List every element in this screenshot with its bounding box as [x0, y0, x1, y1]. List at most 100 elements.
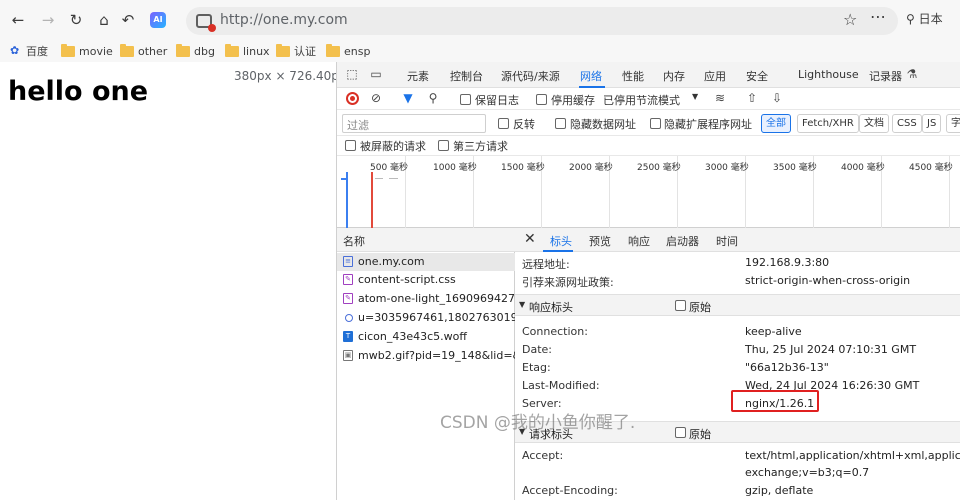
request-name: cicon_43e43c5.woff — [358, 330, 467, 343]
url-text[interactable]: http://one.my.com — [220, 12, 348, 28]
forward-icon[interactable]: → — [38, 10, 58, 30]
header-key: Last-Modified: — [522, 379, 600, 392]
flask-icon[interactable]: ⚗ — [905, 67, 919, 81]
timeline-tick-label: 1000 毫秒 — [433, 163, 477, 173]
reload-icon[interactable]: ↻ — [66, 10, 86, 30]
load-event-marker — [371, 172, 373, 228]
devtools-tab-bar: ⬚ ▭ 元素 控制台 源代码/来源 网络 性能 内存 应用 安全 Lightho… — [337, 62, 960, 88]
request-row[interactable]: ✎ content-script.css — [337, 271, 515, 289]
filter-input[interactable]: 过滤 — [342, 114, 486, 133]
filter-type-js[interactable]: JS — [922, 114, 942, 133]
tab-initiator[interactable]: 启动器 — [666, 233, 699, 249]
tab-console[interactable]: 控制台 — [450, 68, 483, 84]
hide-extension-urls-label: 隐藏扩展程序网址 — [664, 118, 752, 131]
filter-type-font[interactable]: 字 — [946, 114, 960, 133]
bookmark-certification[interactable]: 认证 — [276, 43, 316, 59]
filter-type-fetch-xhr[interactable]: Fetch/XHR — [797, 114, 859, 133]
tab-performance[interactable]: 性能 — [622, 68, 644, 84]
close-icon[interactable]: ✕ — [524, 231, 536, 247]
raw-checkbox[interactable] — [675, 427, 686, 438]
export-har-icon[interactable]: ⇩ — [770, 91, 784, 105]
timeline-tick-label: 2000 毫秒 — [569, 163, 613, 173]
dom-content-loaded-marker — [346, 172, 348, 228]
disable-cache-checkbox[interactable] — [536, 94, 547, 105]
filter-placeholder: 过滤 — [347, 119, 369, 132]
folder-icon — [276, 43, 290, 57]
back-icon[interactable]: ← — [8, 10, 28, 30]
undo-icon[interactable]: ↶ — [118, 10, 138, 30]
bookmark-ensp[interactable]: ensp — [326, 43, 370, 59]
search-icon[interactable]: ⚲ — [426, 91, 440, 105]
tab-lighthouse[interactable]: Lighthouse — [798, 68, 859, 81]
response-headers-section[interactable]: ▼ 响应标头 原始 — [515, 294, 960, 316]
blocked-requests-checkbox[interactable] — [345, 140, 356, 151]
address-bar[interactable]: http://one.my.com — [186, 7, 898, 35]
timeline-overview[interactable]: 500 毫秒 1000 毫秒 1500 毫秒 2000 毫秒 2500 毫秒 3… — [337, 156, 960, 228]
bookmark-dbg[interactable]: dbg — [176, 43, 215, 59]
bookmark-baidu[interactable]: ✿ 百度 — [10, 43, 48, 59]
request-row[interactable]: ▣ mwb2.gif?pid=19_148&lid=&t... — [337, 347, 515, 365]
search-box[interactable]: ⚲ 日本 — [906, 10, 943, 27]
network-conditions-icon[interactable]: ≋ — [713, 91, 727, 105]
tab-recorder[interactable]: 记录器 — [869, 68, 902, 84]
header-key: 远程地址: — [522, 258, 570, 271]
chevron-down-icon[interactable]: ▼ — [692, 92, 698, 101]
hide-data-urls-checkbox[interactable] — [555, 118, 566, 129]
tab-preview[interactable]: 预览 — [589, 233, 611, 249]
tab-application[interactable]: 应用 — [704, 68, 726, 84]
timeline-tick-label: 3500 毫秒 — [773, 163, 817, 173]
filter-type-all[interactable]: 全部 — [761, 114, 791, 133]
tab-headers[interactable]: 标头 — [550, 233, 572, 249]
bookmark-linux[interactable]: linux — [225, 43, 270, 59]
hide-extension-urls-checkbox[interactable] — [650, 118, 661, 129]
filter-icon[interactable]: ▼ — [401, 91, 415, 105]
throttling-select[interactable]: 已停用节流模式 — [603, 92, 680, 108]
device-toolbar-icon[interactable]: ▭ — [369, 67, 383, 81]
bookmark-label: other — [138, 44, 168, 58]
tab-response[interactable]: 响应 — [628, 233, 650, 249]
preserve-log-checkbox[interactable] — [460, 94, 471, 105]
more-menu-icon[interactable]: ⋯ — [870, 7, 887, 26]
bookmark-star-icon[interactable]: ☆ — [843, 10, 857, 29]
request-row[interactable]: ≡ one.my.com — [337, 253, 515, 271]
bookmark-other[interactable]: other — [120, 43, 167, 59]
request-name: atom-one-light_16909694270... — [358, 292, 515, 305]
request-waterfall-bar — [389, 178, 398, 179]
tab-sources[interactable]: 源代码/来源 — [501, 68, 560, 84]
record-icon[interactable] — [346, 92, 359, 105]
tab-network[interactable]: 网络 — [580, 68, 602, 84]
stylesheet-icon: ✎ — [343, 274, 353, 285]
request-list-header[interactable]: 名称 — [337, 228, 515, 252]
clear-icon[interactable]: ⊘ — [369, 91, 383, 105]
folder-icon — [120, 43, 134, 57]
request-row[interactable]: ✎ atom-one-light_16909694270... — [337, 290, 515, 308]
header-value: 192.168.9.3:80 — [745, 256, 830, 269]
third-party-checkbox[interactable] — [438, 140, 449, 151]
raw-label: 原始 — [689, 428, 711, 441]
bookmarks-bar: ✿ 百度 movie other dbg linux 认证 ensp — [0, 42, 960, 62]
inspect-element-icon[interactable]: ⬚ — [345, 67, 359, 81]
filter-type-doc[interactable]: 文档 — [859, 114, 889, 133]
ai-assistant-icon[interactable]: AI — [150, 12, 166, 28]
import-har-icon[interactable]: ⇧ — [745, 91, 759, 105]
tab-security[interactable]: 安全 — [746, 68, 768, 84]
tab-memory[interactable]: 内存 — [663, 68, 685, 84]
section-title: 响应标头 — [529, 301, 573, 314]
tab-elements[interactable]: 元素 — [407, 68, 429, 84]
request-row[interactable]: T cicon_43e43c5.woff — [337, 328, 515, 346]
timeline-tick-label: 2500 毫秒 — [637, 163, 681, 173]
request-row[interactable]: u=3035967461,1802763019&f... — [337, 309, 515, 327]
filter-type-css[interactable]: CSS — [892, 114, 922, 133]
insecure-site-icon[interactable] — [196, 14, 216, 32]
name-column-header: 名称 — [343, 235, 365, 248]
header-value: "66a12b36-13" — [745, 361, 829, 374]
request-name: u=3035967461,1802763019&f... — [358, 311, 515, 324]
raw-checkbox[interactable] — [675, 300, 686, 311]
request-detail-pane: ✕ 标头 预览 响应 启动器 时间 远程地址: 192.168.9.3:80 引… — [515, 228, 960, 500]
home-icon[interactable]: ⌂ — [94, 10, 114, 30]
tab-timing[interactable]: 时间 — [716, 233, 738, 249]
header-key: Connection: — [522, 325, 588, 338]
third-party-label: 第三方请求 — [453, 140, 508, 153]
invert-checkbox[interactable] — [498, 118, 509, 129]
bookmark-movie[interactable]: movie — [61, 43, 113, 59]
